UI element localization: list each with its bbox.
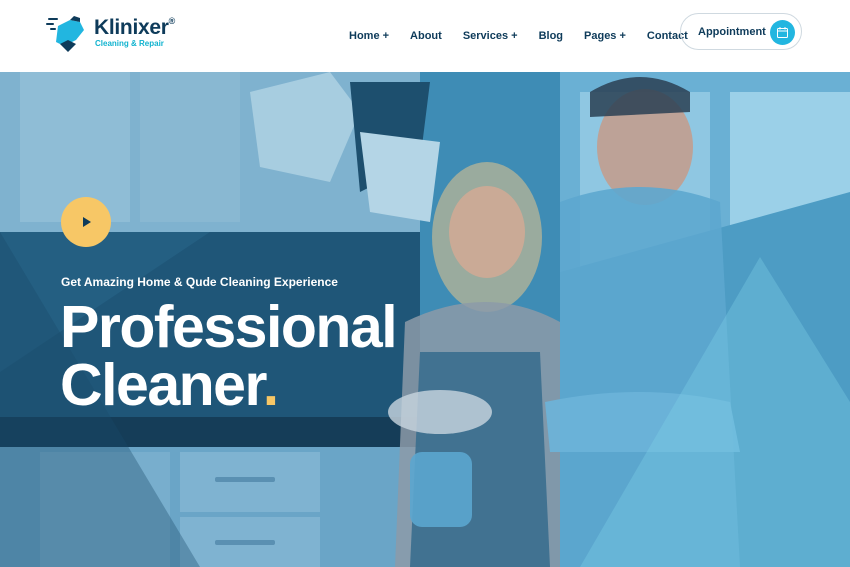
hero-subtitle: Get Amazing Home & Qude Cleaning Experie…	[61, 275, 338, 289]
brand-name: Klinixer®	[94, 16, 175, 39]
hero-title: Professional Cleaner.	[60, 294, 398, 418]
hero-title-dot: .	[262, 352, 279, 418]
glove-logo-icon	[46, 16, 84, 52]
hero-title-line1: Professional	[60, 294, 398, 360]
calendar-icon	[770, 20, 795, 45]
nav-about[interactable]: About	[410, 30, 442, 42]
nav-services[interactable]: Services +	[463, 30, 518, 42]
site-header: Klinixer® Cleaning & Repair Home + About…	[0, 0, 850, 72]
hero-banner: Get Amazing Home & Qude Cleaning Experie…	[0, 72, 850, 567]
play-video-button[interactable]	[61, 197, 111, 247]
appointment-label: Appointment	[698, 26, 766, 38]
brand-logo[interactable]: Klinixer® Cleaning & Repair	[46, 12, 176, 56]
hero-title-line2: Cleaner.	[60, 352, 279, 418]
nav-pages[interactable]: Pages +	[584, 30, 626, 42]
nav-blog[interactable]: Blog	[539, 30, 563, 42]
nav-home[interactable]: Home +	[349, 30, 389, 42]
main-nav: Home + About Services + Blog Pages + Con…	[349, 0, 709, 72]
brand-tagline: Cleaning & Repair	[95, 39, 164, 48]
play-icon	[83, 217, 91, 227]
appointment-button[interactable]: Appointment	[680, 13, 802, 50]
